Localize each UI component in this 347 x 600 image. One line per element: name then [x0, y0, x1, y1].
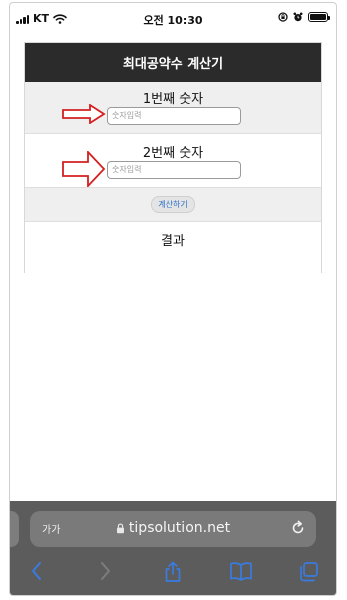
forward-icon[interactable] — [98, 561, 112, 581]
red-arrow-icon — [62, 104, 106, 124]
browser-toolbar — [10, 557, 336, 587]
lock-rotation-icon — [278, 12, 288, 22]
back-icon[interactable] — [30, 561, 44, 581]
result-row: 결과 — [25, 222, 321, 273]
lock-icon — [116, 523, 124, 533]
address-bar[interactable]: 가가 tipsolution.net — [30, 511, 316, 547]
url-display[interactable]: tipsolution.net — [30, 520, 316, 536]
gcd-calculator: 최대공약수 계산기 1번째 숫자 숫자입력 2번째 숫자 숫자입력 계산하기 결… — [24, 42, 322, 273]
alarm-icon — [293, 12, 303, 22]
first-number-row: 1번째 숫자 숫자입력 — [25, 82, 321, 134]
phone-screen: KT 오전 10:30 최대공약수 계산기 1번째 숫자 숫자입력 2번째 숫자… — [9, 2, 337, 596]
bookmarks-icon[interactable] — [229, 561, 253, 581]
result-label: 결과 — [161, 234, 185, 249]
reload-icon[interactable] — [290, 520, 306, 536]
url-text: tipsolution.net — [128, 520, 231, 536]
calculate-row: 계산하기 — [25, 188, 321, 222]
red-arrow-icon — [62, 151, 106, 187]
previous-tab-edge[interactable] — [10, 511, 19, 547]
status-bar: KT 오전 10:30 — [10, 3, 336, 35]
first-number-input[interactable]: 숫자입력 — [107, 107, 241, 125]
share-icon[interactable] — [163, 561, 183, 583]
second-number-input[interactable]: 숫자입력 — [107, 161, 241, 179]
battery-icon — [308, 12, 330, 22]
calculator-title: 최대공약수 계산기 — [25, 43, 321, 82]
second-number-row: 2번째 숫자 숫자입력 — [25, 134, 321, 188]
calculate-button[interactable]: 계산하기 — [151, 196, 195, 213]
tabs-icon[interactable] — [298, 561, 320, 583]
browser-bottom-bar: 가가 tipsolution.net — [10, 501, 336, 595]
status-right — [278, 12, 330, 22]
